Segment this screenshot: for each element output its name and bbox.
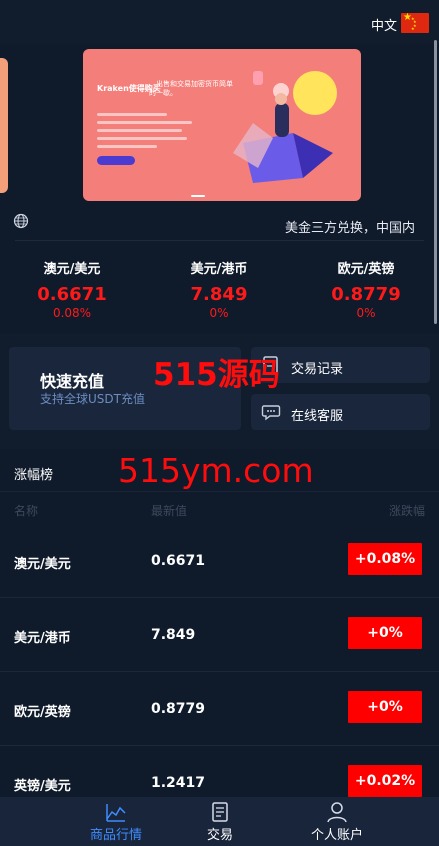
row-pair: 英镑/美元 [14, 779, 71, 794]
ticker-card[interactable]: 欧元/英镑 0.8779 0% [311, 258, 421, 320]
ticker-change: 0% [209, 306, 229, 320]
table-row[interactable]: 欧元/英镑 0.8779 +0% [0, 672, 439, 746]
row-value: 0.6671 [151, 553, 206, 569]
carousel-prev-slide[interactable] [0, 58, 8, 193]
ticker-card[interactable]: 澳元/美元 0.6671 0.08% [17, 258, 127, 320]
banner-body-lines [97, 113, 197, 153]
recharge-subtitle: 支持全球USDT充值 [40, 392, 145, 406]
nav-trade[interactable]: 交易 [160, 797, 280, 846]
ticker-price: 0.8779 [331, 284, 401, 305]
ticker-pair: 欧元/英镑 [337, 262, 395, 277]
ticker-change: 0.08% [52, 306, 92, 320]
table-row[interactable]: 澳元/美元 0.6671 +0.08% [0, 524, 439, 598]
row-value: 1.2417 [151, 775, 206, 791]
ticker-card[interactable]: 美元/港币 7.849 0% [164, 258, 274, 320]
recharge-title: 快速充值 [40, 372, 105, 391]
notice-marquee[interactable]: 美金三方兑换，中国内 [285, 217, 435, 236]
column-header-change: 涨跌幅 [388, 504, 425, 518]
change-badge: +0.08% [348, 543, 422, 575]
banner-illustration [233, 71, 337, 183]
language-selector[interactable]: 中文 [371, 15, 397, 34]
column-header-price: 最新值 [151, 504, 188, 518]
china-flag-icon[interactable]: ★ ★ ★ ★ ★ [401, 13, 429, 33]
ticker-pair: 美元/港币 [190, 262, 248, 277]
column-header-name: 名称 [14, 504, 39, 518]
watermark-url: 515ym.com [118, 451, 314, 490]
divider [0, 491, 439, 492]
online-service-button[interactable]: 在线客服 [251, 394, 430, 430]
service-label: 在线客服 [291, 409, 344, 424]
market-chart-icon [106, 804, 126, 822]
ticker-pair: 澳元/美元 [43, 262, 101, 277]
banner-cta-button[interactable] [97, 156, 135, 165]
row-value: 7.849 [151, 627, 196, 643]
row-pair: 欧元/英镑 [14, 705, 71, 720]
table-row[interactable]: 美元/港币 7.849 +0% [0, 598, 439, 672]
globe-icon [13, 213, 29, 229]
divider [15, 240, 424, 241]
bottom-navigation: 商品行情 交易 个人账户 [0, 797, 439, 846]
carousel-indicator[interactable] [191, 195, 205, 197]
nav-market[interactable]: 商品行情 [56, 797, 176, 846]
ticker-change: 0% [356, 306, 376, 320]
user-icon [327, 802, 347, 823]
promo-banner[interactable]: Kraken使得购买 、出售和交易加密货币简单的一歇。 [83, 49, 361, 201]
flag-small-star-icon: ★ [411, 26, 415, 31]
change-badge: +0.02% [348, 765, 422, 797]
page-scrollbar[interactable] [434, 40, 437, 324]
nav-account[interactable]: 个人账户 [277, 797, 397, 846]
chat-bubble-icon [261, 405, 281, 421]
row-pair: 澳元/美元 [14, 557, 71, 572]
records-label: 交易记录 [291, 362, 344, 377]
change-badge: +0% [348, 691, 422, 723]
trade-document-icon [212, 802, 228, 822]
ticker-price: 7.849 [190, 284, 248, 305]
change-badge: +0% [348, 617, 422, 649]
row-value: 0.8779 [151, 701, 206, 717]
nav-market-label: 商品行情 [89, 828, 142, 843]
watermark-text: 515源码 [153, 357, 280, 393]
ticker-price: 0.6671 [37, 284, 107, 305]
gainers-title: 涨幅榜 [14, 468, 54, 483]
nav-trade-label: 交易 [206, 828, 233, 843]
row-pair: 美元/港币 [14, 631, 71, 646]
nav-account-label: 个人账户 [310, 828, 363, 843]
